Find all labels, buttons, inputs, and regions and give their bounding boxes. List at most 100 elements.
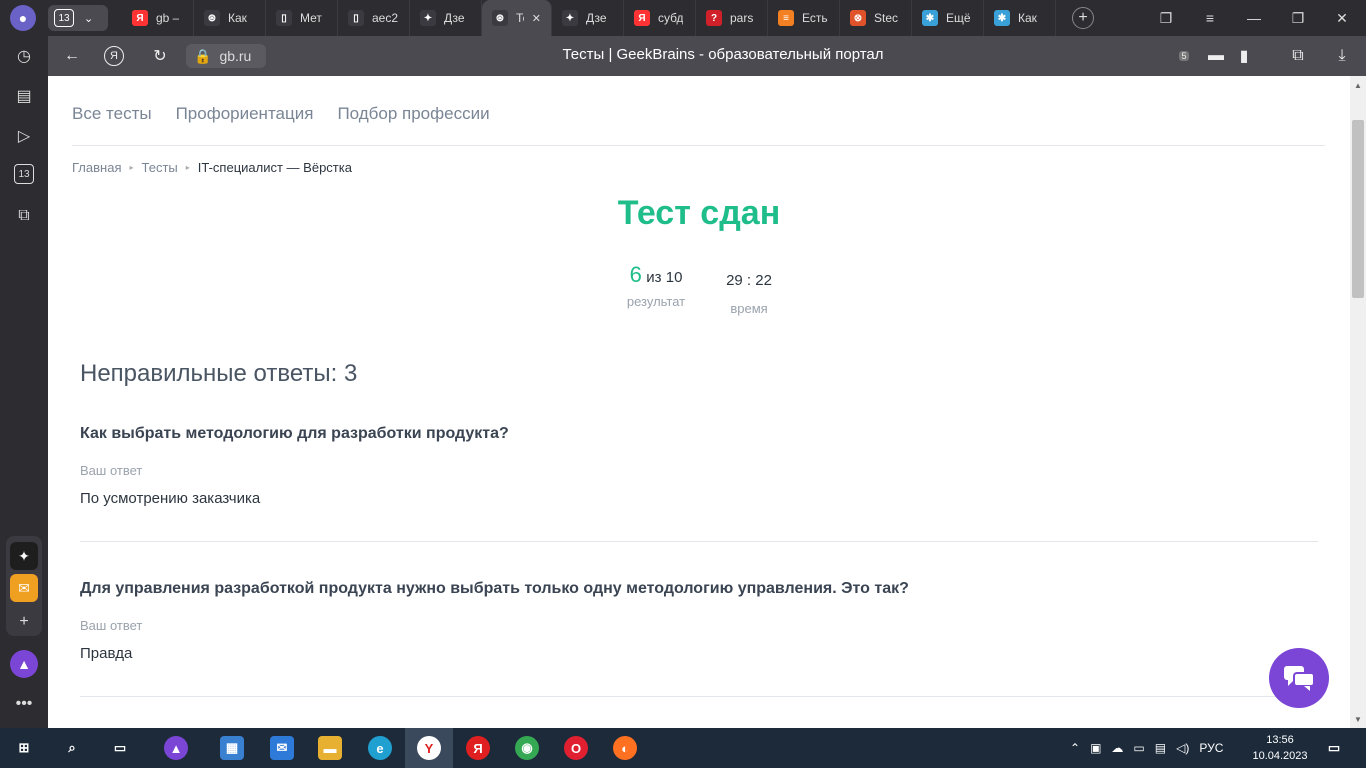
openai-icon: ⊛ [204, 10, 220, 26]
minimize-icon[interactable]: — [1232, 0, 1276, 36]
nav-career-guidance[interactable]: Профориентация [176, 104, 314, 124]
network-icon[interactable]: ▤ [1155, 741, 1166, 755]
browser-tab[interactable]: ▯ aec2 [338, 0, 410, 36]
figma-icon[interactable]: ✦ [10, 542, 38, 570]
divider [72, 145, 1325, 146]
new-tab-button[interactable]: + [1072, 7, 1094, 29]
score-block: 6 из 10 результат [626, 262, 686, 309]
your-answer: По усмотрению заказчика [80, 490, 261, 507]
chrome-icon[interactable]: ◉ [515, 736, 539, 760]
calendar-icon[interactable]: 13 [14, 164, 34, 184]
browser-tab[interactable]: ✱ Как [984, 0, 1056, 36]
back-icon[interactable]: ← [60, 44, 84, 68]
question-divider [80, 541, 1318, 542]
breadcrumb-tests[interactable]: Тесты [142, 160, 178, 175]
wrong-answers-heading: Неправильные ответы: 3 [80, 360, 358, 387]
nav-all-tests[interactable]: Все тесты [72, 104, 152, 124]
scroll-down-icon[interactable]: ▼ [1350, 712, 1366, 726]
collections-icon[interactable]: ▤ [12, 84, 36, 108]
page-title: Тесты | GeekBrains - образовательный пор… [562, 46, 884, 63]
scroll-thumb[interactable] [1352, 120, 1364, 298]
add-app-icon[interactable]: + [12, 610, 36, 634]
browser-tab[interactable]: ▯ Мет [266, 0, 338, 36]
tests-nav: Все тесты Профориентация Подбор професси… [72, 104, 490, 124]
cloud-icon[interactable]: ☁ [1111, 741, 1123, 755]
zen-icon: ✦ [420, 10, 436, 26]
alice-icon[interactable]: ▲ [164, 736, 188, 760]
file-explorer-icon[interactable]: ▬ [318, 736, 342, 760]
notifications-icon[interactable]: 5 [1172, 44, 1196, 68]
history-icon[interactable]: ◷ [12, 44, 36, 68]
tab-title: Те [516, 11, 524, 25]
browser-tab[interactable]: ✱ Ещё [912, 0, 984, 36]
windows-start-icon[interactable]: ⊞ [12, 736, 36, 760]
browser-tab[interactable]: ? pars [696, 0, 768, 36]
browser-tab[interactable]: ⊗ Stec [840, 0, 912, 36]
clock-date: 10.04.2023 [1252, 750, 1308, 762]
browser-tab[interactable]: Яgb – [122, 0, 194, 36]
collections-icon[interactable]: ❐ [1144, 0, 1188, 36]
score-total: из 10 [646, 269, 683, 286]
device-icon[interactable]: ▣ [1090, 741, 1101, 755]
opera-icon[interactable]: O [564, 736, 588, 760]
chat-button[interactable] [1269, 648, 1329, 708]
yandex-browser-icon[interactable]: Y [417, 736, 441, 760]
question-item: Как выбрать методологию для разработки п… [80, 425, 1318, 542]
mail-icon[interactable]: ✉ [270, 736, 294, 760]
browser-tab[interactable]: ⊛ Как [194, 0, 266, 36]
screenshot-icon[interactable]: ⧉ [12, 204, 36, 228]
chevron-down-icon: ⌄ [84, 12, 94, 25]
firefox-icon[interactable]: ◐ [613, 736, 637, 760]
page-scrollbar[interactable]: ▲ ▼ [1350, 76, 1366, 728]
bookmark-icon[interactable]: ▮ [1232, 44, 1256, 68]
browser-tab[interactable]: Ясубд [624, 0, 696, 36]
score-value: 6 [629, 262, 642, 287]
battery-icon[interactable]: ▭ [1133, 741, 1144, 755]
yandex-icon: Я [132, 10, 148, 26]
browser-tab[interactable]: ⊛ Те ✕ [482, 0, 552, 36]
edge-icon[interactable]: e [368, 736, 392, 760]
mail-icon[interactable]: ✉ [10, 574, 38, 602]
tab-title: субд [658, 11, 684, 25]
clock[interactable]: 13:56 10.04.2023 [1250, 732, 1310, 764]
tab-title: Как [228, 11, 247, 25]
url-text: gb.ru [219, 48, 252, 64]
yandex-icon[interactable]: Я [466, 736, 490, 760]
more-icon[interactable]: ••• [12, 692, 36, 716]
download-icon[interactable]: ⤓ [1330, 44, 1354, 68]
store-icon[interactable]: ▦ [220, 736, 244, 760]
url-field[interactable]: 🔒 gb.ru [186, 44, 266, 68]
search-icon[interactable]: ⌕ [60, 736, 84, 760]
restore-icon[interactable]: ❐ [1276, 0, 1320, 36]
task-view-icon[interactable]: ▭ [108, 736, 132, 760]
tab-counter-button[interactable]: 13 ⌄ [48, 5, 108, 31]
browser-tab[interactable]: ✦ Дзе [552, 0, 624, 36]
notification-center-icon[interactable]: ▭ [1322, 736, 1346, 760]
clock-time: 13:56 [1266, 734, 1294, 746]
browser-tab[interactable]: ≡ Есть [768, 0, 840, 36]
menu-icon[interactable]: ≡ [1188, 0, 1232, 36]
alice-icon[interactable]: ▲ [10, 650, 38, 678]
notification-count: 5 [1179, 51, 1189, 61]
volume-icon[interactable]: ◁) [1176, 741, 1189, 755]
nav-profession-selection[interactable]: Подбор профессии [337, 104, 489, 124]
chevron-up-icon[interactable]: ⌃ [1070, 741, 1080, 755]
reader-icon[interactable]: ⧉ [1286, 44, 1310, 68]
play-icon[interactable]: ▷ [12, 124, 36, 148]
browser-tab[interactable]: ✦ Дзе [410, 0, 482, 36]
gear-app-icon: ✱ [922, 10, 938, 26]
time-caption: время [730, 301, 768, 316]
windows-taskbar: ⊞ ⌕ ▭ ▲ ▦ ✉ ▬ e Y Я ◉ O ◐ ⌃ ▣ ☁ ▭ ▤ ◁) Р… [0, 728, 1366, 768]
language-indicator[interactable]: РУС [1199, 741, 1223, 755]
browser-tab-bar: ● 13 ⌄ Яgb – ⊛ Как ▯ Мет ▯ aec2 ✦ Дзе ⊛ Те ✕ ✦ Дзе Ясу… [0, 0, 1366, 36]
profile-avatar-icon[interactable]: ● [10, 5, 36, 31]
your-answer-label: Ваш ответ [80, 463, 143, 478]
comments-icon[interactable]: ▬ [1204, 44, 1228, 68]
close-tab-icon[interactable]: ✕ [532, 12, 541, 25]
scroll-up-icon[interactable]: ▲ [1350, 78, 1366, 92]
zen-icon: ✦ [562, 10, 578, 26]
reload-icon[interactable]: ↻ [148, 44, 172, 68]
yandex-logo-icon[interactable]: Я [104, 46, 124, 66]
breadcrumb-home[interactable]: Главная [72, 160, 121, 175]
close-window-icon[interactable]: ✕ [1320, 0, 1364, 36]
